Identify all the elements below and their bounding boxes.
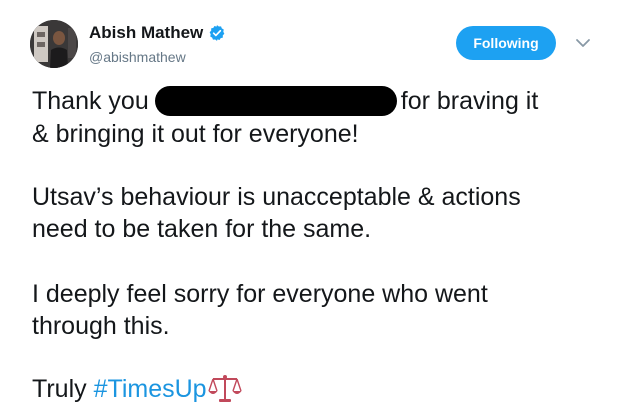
tweet-card: Abish Mathew @abishmathew Following Than… [0, 0, 621, 416]
hashtag-link[interactable]: #TimesUp [94, 375, 207, 403]
user-handle[interactable]: @abishmathew [89, 49, 186, 65]
tweet-line-4: need to be taken for the same. [32, 215, 372, 243]
tweet-line-2: & bringing it out for everyone! [32, 120, 359, 148]
tweet-line-5: I deeply feel sorry for everyone who wen… [32, 280, 488, 308]
tweet-text-for-braving: for braving it [400, 87, 539, 115]
tweet-text-truly: Truly [32, 375, 87, 403]
balance-scale-icon [207, 373, 242, 403]
tweet-text-thank-you: Thank you [32, 87, 149, 115]
name-row: Abish Mathew [89, 22, 226, 44]
chevron-down-icon[interactable] [574, 36, 592, 50]
following-button[interactable]: Following [456, 26, 556, 60]
tweet-line-7: Truly #TimesUp [32, 373, 602, 405]
avatar[interactable] [30, 20, 78, 68]
verified-badge-icon [208, 24, 226, 42]
redacted-name [154, 86, 397, 116]
display-name[interactable]: Abish Mathew [89, 23, 203, 43]
tweet-line-1: Thank you for braving it [32, 86, 602, 117]
tweet-line-3: Utsav’s behaviour is unacceptable & acti… [32, 183, 521, 211]
tweet-line-6: through this. [32, 312, 170, 340]
